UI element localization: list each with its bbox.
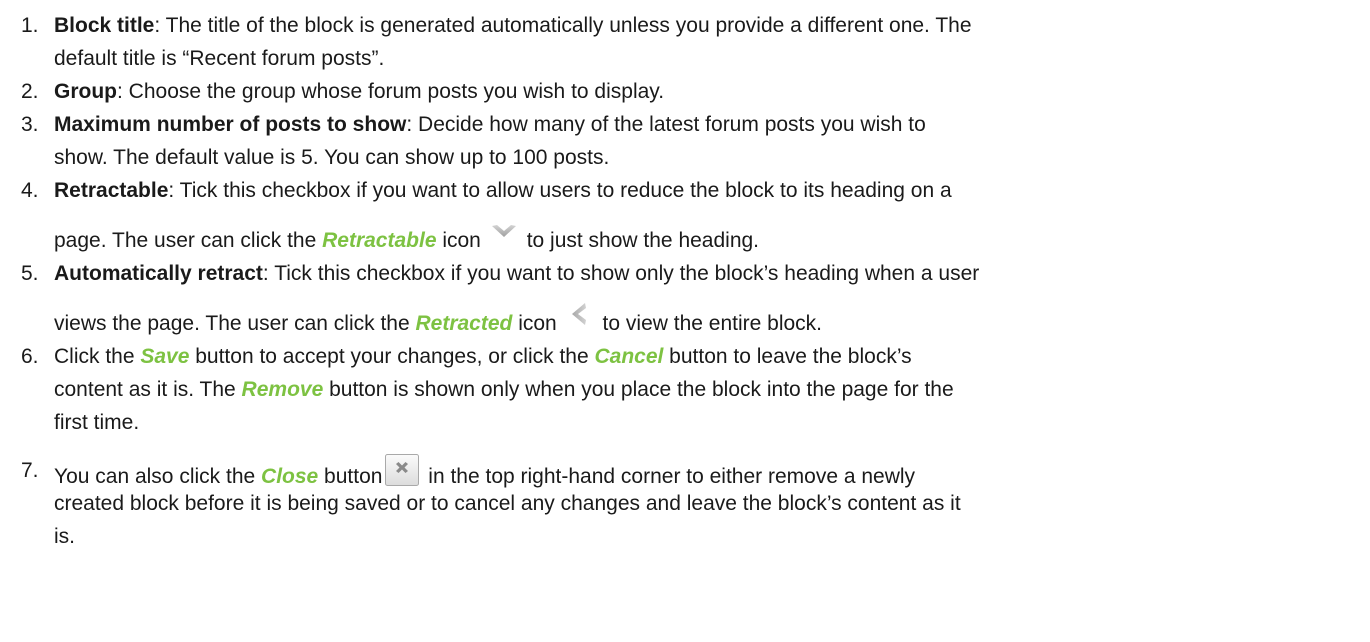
item-text: button is shown only when you place the … (323, 378, 954, 401)
item-term: Retractable (54, 179, 169, 202)
item-number: 6. (21, 345, 39, 368)
chevron-left-icon (571, 302, 587, 326)
item-text-line: Group: Choose the group whose forum post… (54, 79, 664, 105)
chevron-down-icon (491, 224, 517, 238)
item-term: Maximum number of posts to show (54, 113, 407, 136)
item-text: views the page. The user can click the (54, 312, 416, 335)
item-text: : Choose the group whose forum posts you… (117, 80, 665, 103)
item-number: 5. (21, 262, 39, 285)
item-term: Block title (54, 14, 155, 37)
item-text: icon (512, 312, 557, 335)
item-text: : The title of the block is generated au… (154, 14, 972, 37)
item-number: 3. (21, 113, 39, 136)
item-text: : Tick this checkbox if you want to allo… (168, 179, 952, 202)
item-text-line: content as it is. The Remove button is s… (54, 377, 954, 403)
ui-term-retracted: Retracted (415, 312, 513, 335)
item-text-line: Block title: The title of the block is g… (54, 13, 972, 39)
item-text-line: Automatically retract: Tick this checkbo… (54, 261, 979, 287)
ui-term-cancel: Cancel (594, 345, 664, 368)
item-text: button (318, 465, 383, 489)
item-text: : Decide how many of the latest forum po… (406, 113, 926, 136)
item-term: Automatically retract (54, 262, 263, 285)
item-text-line: views the page. The user can click the R… (54, 303, 822, 337)
item-text-line: Retractable: Tick this checkbox if you w… (54, 178, 952, 204)
item-text: page. The user can click the (54, 229, 323, 252)
item-text-line: You can also click the Close button in t… (54, 454, 915, 488)
item-text-line: first time. (54, 411, 140, 434)
item-text-line: show. The default value is 5. You can sh… (54, 146, 610, 169)
close-icon (385, 454, 420, 493)
item-text-line: is. (54, 525, 75, 548)
item-text: button to accept your changes, or click … (189, 345, 595, 368)
item-text: : Tick this checkbox if you want to show… (262, 262, 980, 285)
item-text-line: created block before it is being saved o… (54, 492, 961, 515)
ui-term-retractable: Retractable (322, 229, 437, 252)
item-text: to view the entire block. (596, 312, 822, 335)
item-number: 7. (21, 459, 39, 482)
item-text: button to leave the block’s (663, 345, 912, 368)
item-text-line: Click the Save button to accept your cha… (54, 344, 912, 370)
item-text: in the top right-hand corner to either r… (422, 465, 916, 489)
item-number: 2. (21, 80, 39, 103)
item-number: 4. (21, 179, 39, 202)
item-text-line: Maximum number of posts to show: Decide … (54, 112, 926, 138)
item-text-line: page. The user can click the Retractable… (54, 225, 760, 254)
item-text: content as it is. The (54, 378, 242, 401)
item-text: You can also click the (54, 465, 262, 489)
item-number: 1. (21, 14, 39, 37)
item-text-line: default title is “Recent forum posts”. (54, 47, 385, 70)
ui-term-save: Save (140, 345, 190, 368)
ui-term-close: Close (261, 465, 319, 489)
item-text: icon (436, 229, 481, 252)
ui-term-remove: Remove (241, 378, 324, 401)
item-term: Group (54, 80, 117, 103)
item-text: to just show the heading. (520, 229, 760, 252)
instructions-document: 1. Block title: The title of the block i… (0, 0, 1370, 642)
item-text: Click the (54, 345, 141, 368)
